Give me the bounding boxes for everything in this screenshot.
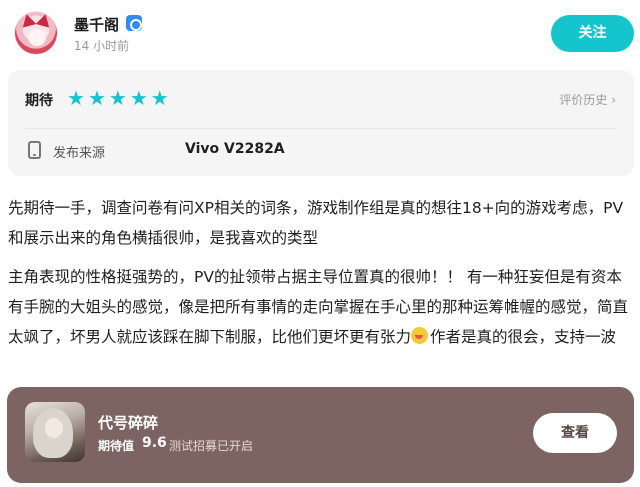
game-status: 测试招募已开启 [169,439,254,453]
rating-history-link[interactable]: 评价历史 › [559,91,616,108]
review-paragraph-tail: 作者是真的很会，支持一波 [430,328,617,346]
star-icon: ★ [129,86,148,110]
device-source-label: 发布来源 [53,146,106,161]
rating-info-card: 期待 ★ ★ ★ ★ ★ 评价历史 › 发布来源 Vivo V2282A [8,70,634,176]
expect-score-value: 9.6 [142,435,167,451]
star-icon: ★ [87,86,106,110]
device-source-value: Vivo V2282A [185,141,285,157]
expect-score-label: 期待值 [98,439,135,453]
star-icon: ★ [108,86,127,110]
avatar-face [28,29,46,46]
review-paragraph: 主角表现的性格挺强势的，PV的扯领带占据主导位置真的很帅！！ 有一种狂妄但是有资… [8,262,632,352]
card-divider [25,128,617,129]
game-card[interactable]: 代号碎碎 期待值 9.6 测试招募已开启 查看 [7,387,634,483]
avatar[interactable] [14,11,58,55]
post-timestamp: 14 小时前 [74,39,130,53]
rating-stars: ★ ★ ★ ★ ★ [67,87,169,109]
game-title[interactable]: 代号碎碎 [98,412,158,433]
rating-label: 期待 [25,93,53,109]
username[interactable]: 墨千阁 [74,14,119,35]
avatar-ear-left [19,12,37,28]
laughing-emoji-icon [411,327,429,344]
phone-icon [28,141,41,159]
view-game-button[interactable]: 查看 [533,413,617,453]
review-paragraph: 先期待一手，调查问卷有问XP相关的词条，游戏制作组是真的想往18+向的游戏考虑，… [8,199,624,247]
avatar-ear-right [35,12,53,28]
review-header: 墨千阁 14 小时前 关注 [0,0,640,70]
game-cover-image[interactable] [25,402,85,462]
star-icon: ★ [150,86,169,110]
star-icon: ★ [67,86,85,110]
verified-badge-icon [126,15,142,31]
cover-character-face [45,418,63,438]
follow-button[interactable]: 关注 [551,15,634,52]
